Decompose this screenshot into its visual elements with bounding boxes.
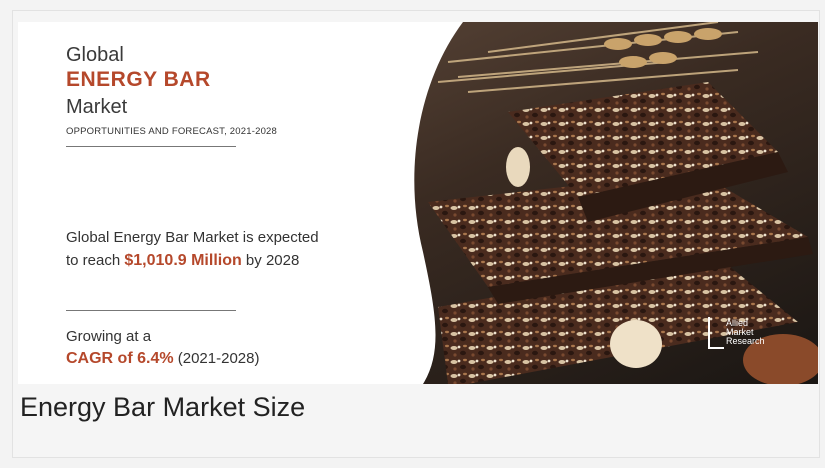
logo-mark-icon xyxy=(708,317,724,349)
market-banner-image: Global ENERGY BAR Market OPPORTUNITIES A… xyxy=(18,22,818,384)
image-caption: Energy Bar Market Size xyxy=(20,392,306,422)
divider xyxy=(66,310,236,311)
divider xyxy=(66,146,236,147)
banner-title-brand: ENERGY BAR xyxy=(66,68,211,91)
stat-value: $1,010.9 Million xyxy=(124,252,242,269)
stat-suffix: by 2028 xyxy=(241,252,300,269)
banner-title-market: Market xyxy=(66,96,128,118)
banner-title-global: Global xyxy=(66,44,124,66)
allied-market-research-logo: Allied Market Research xyxy=(708,315,808,357)
growing-label: Growing at a xyxy=(66,328,152,345)
cagr-statement: CAGR of 6.4% (2021-2028) xyxy=(66,350,259,368)
banner-subtitle: OPPORTUNITIES AND FORECAST, 2021-2028 xyxy=(66,126,278,137)
market-size-statement: Global Energy Bar Market is expected to … xyxy=(66,226,326,272)
cagr-period: (2021-2028) xyxy=(173,350,260,367)
logo-text-line: Research xyxy=(726,336,765,346)
cagr-value: CAGR of 6.4% xyxy=(66,350,174,367)
logo-text: Allied Market Research xyxy=(726,319,765,346)
